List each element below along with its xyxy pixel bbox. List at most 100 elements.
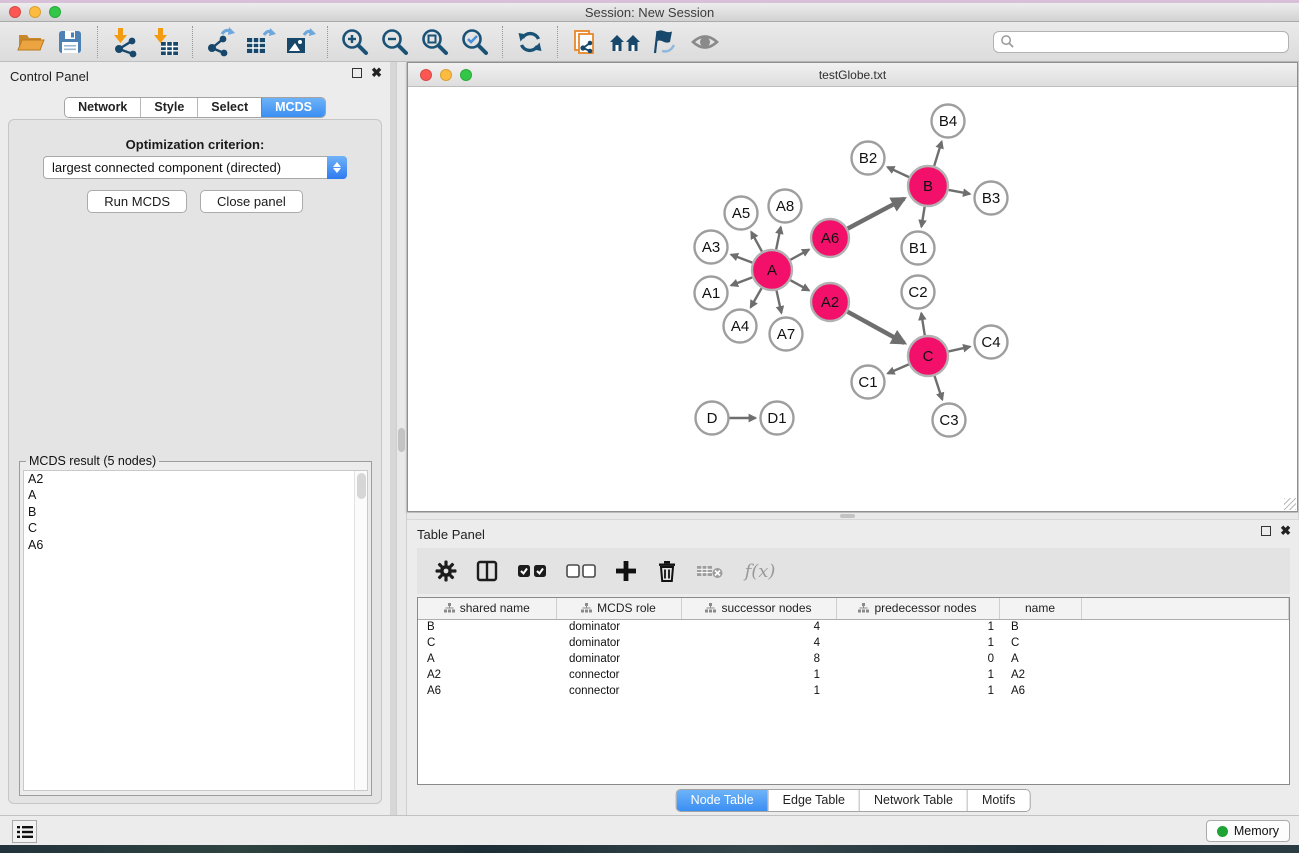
graph-edge-A-A1[interactable] [731,277,752,285]
search-input[interactable] [1019,35,1282,49]
task-history-button[interactable] [12,820,37,843]
panel-divider-scrollbar[interactable] [396,62,407,815]
result-list-item[interactable]: A6 [24,537,367,553]
tab-mcds[interactable]: MCDS [261,98,325,117]
graph-node-B4[interactable]: B4 [932,105,965,138]
graph-edge-A2-C[interactable] [848,312,905,343]
float-table-panel-button[interactable] [1261,526,1271,536]
network-close-button[interactable] [420,69,432,81]
show-eye-button[interactable] [685,25,725,59]
table-row[interactable]: Cdominator41C [418,635,1289,651]
function-builder-button[interactable]: f(x) [740,558,780,584]
graph-node-D[interactable]: D [696,402,729,435]
horizontal-scrollbar[interactable] [407,513,1298,519]
close-panel-icon[interactable]: ✖ [371,68,382,78]
table-settings-button[interactable] [433,558,459,584]
export-table-button[interactable] [240,25,280,59]
graph-node-B[interactable]: B [908,166,948,206]
zoom-selected-button[interactable] [455,25,495,59]
graph-node-B3[interactable]: B3 [975,182,1008,215]
close-table-panel-icon[interactable]: ✖ [1280,526,1291,536]
resize-grip-icon[interactable] [1284,498,1296,510]
graph-edge-C-C3[interactable] [935,376,943,400]
import-network-button[interactable] [105,25,145,59]
tab-select[interactable]: Select [197,98,261,117]
graph-edge-A-A7[interactable] [776,291,781,313]
add-column-button[interactable] [613,558,639,584]
graph-node-A6[interactable]: A6 [811,219,849,257]
graph-node-A1[interactable]: A1 [695,277,728,310]
graph-node-C1[interactable]: C1 [852,366,885,399]
graph-edge-B-B3[interactable] [949,190,970,194]
graph-node-A[interactable]: A [752,250,792,290]
network-zoom-button[interactable] [460,69,472,81]
graph-edge-C-C4[interactable] [948,347,970,352]
graph-edge-A-A5[interactable] [751,232,762,252]
graph-edge-A-A3[interactable] [731,255,752,263]
table-row[interactable]: Bdominator41B [418,619,1289,635]
graph-edge-A6-B[interactable] [848,199,904,229]
refresh-button[interactable] [510,25,550,59]
table-row[interactable]: Adominator80A [418,651,1289,667]
tab-network-table[interactable]: Network Table [859,790,967,811]
graph-node-A8[interactable]: A8 [769,190,802,223]
result-list-item[interactable]: A2 [24,471,367,487]
open-file-button[interactable] [10,25,50,59]
column-header-successor-nodes[interactable]: successor nodes [681,598,836,619]
network-from-file-button[interactable] [565,25,605,59]
table-row[interactable]: A2connector11A2 [418,667,1289,683]
zoom-in-button[interactable] [335,25,375,59]
graph-node-B1[interactable]: B1 [902,232,935,265]
network-window-titlebar[interactable]: testGlobe.txt [408,63,1297,87]
select-all-button[interactable] [515,558,549,584]
graph-edge-A-A2[interactable] [790,280,809,290]
run-mcds-button[interactable]: Run MCDS [87,190,187,213]
home-view-button[interactable] [605,25,645,59]
zoom-window-button[interactable] [49,6,61,18]
graph-edge-A-A8[interactable] [776,227,781,249]
split-columns-button[interactable] [474,558,500,584]
graph-edge-B-B4[interactable] [934,142,942,166]
column-header-MCDS-role[interactable]: MCDS role [556,598,681,619]
graph-node-C[interactable]: C [908,336,948,376]
graph-edge-A-A6[interactable] [790,250,809,260]
close-window-button[interactable] [9,6,21,18]
column-header-shared-name[interactable]: shared name [418,598,556,619]
graph-node-A4[interactable]: A4 [724,310,757,343]
zoom-fit-button[interactable] [415,25,455,59]
minimize-window-button[interactable] [29,6,41,18]
graph-node-A2[interactable]: A2 [811,283,849,321]
result-list-item[interactable]: C [24,520,367,536]
delete-table-button[interactable] [695,558,725,584]
graph-node-B2[interactable]: B2 [852,142,885,175]
graph-edge-C-C2[interactable] [921,313,924,335]
zoom-out-button[interactable] [375,25,415,59]
tab-edge-table[interactable]: Edge Table [768,790,859,811]
result-list-scrollbar[interactable] [354,471,367,790]
graph-node-D1[interactable]: D1 [761,402,794,435]
graph-edge-B-B1[interactable] [921,207,924,227]
export-image-button[interactable] [280,25,320,59]
save-session-button[interactable] [50,25,90,59]
graph-node-C4[interactable]: C4 [975,326,1008,359]
graph-node-A5[interactable]: A5 [725,197,758,230]
column-header-name[interactable]: name [999,598,1081,619]
graph-edge-C-C1[interactable] [888,364,909,373]
table-row[interactable]: A6connector11A6 [418,683,1289,699]
tab-node-table[interactable]: Node Table [677,790,768,811]
mcds-result-list[interactable]: A2ABCA6 [23,470,368,791]
tab-network[interactable]: Network [65,98,140,117]
export-network-button[interactable] [200,25,240,59]
network-minimize-button[interactable] [440,69,452,81]
memory-button[interactable]: Memory [1206,820,1290,842]
graph-node-C2[interactable]: C2 [902,276,935,309]
import-table-button[interactable] [145,25,185,59]
graph-node-A7[interactable]: A7 [770,318,803,351]
column-header-predecessor-nodes[interactable]: predecessor nodes [836,598,999,619]
result-list-item[interactable]: B [24,504,367,520]
graph-edge-A-A4[interactable] [751,288,762,307]
criterion-dropdown[interactable]: largest connected component (directed) [43,156,347,179]
network-canvas[interactable]: B4B2BB3A8A5A6A3B1AA1C2A2A4A7C4CC1C3DD1 [409,88,1296,510]
close-panel-button[interactable]: Close panel [200,190,303,213]
graph-edge-B-B2[interactable] [887,167,908,177]
